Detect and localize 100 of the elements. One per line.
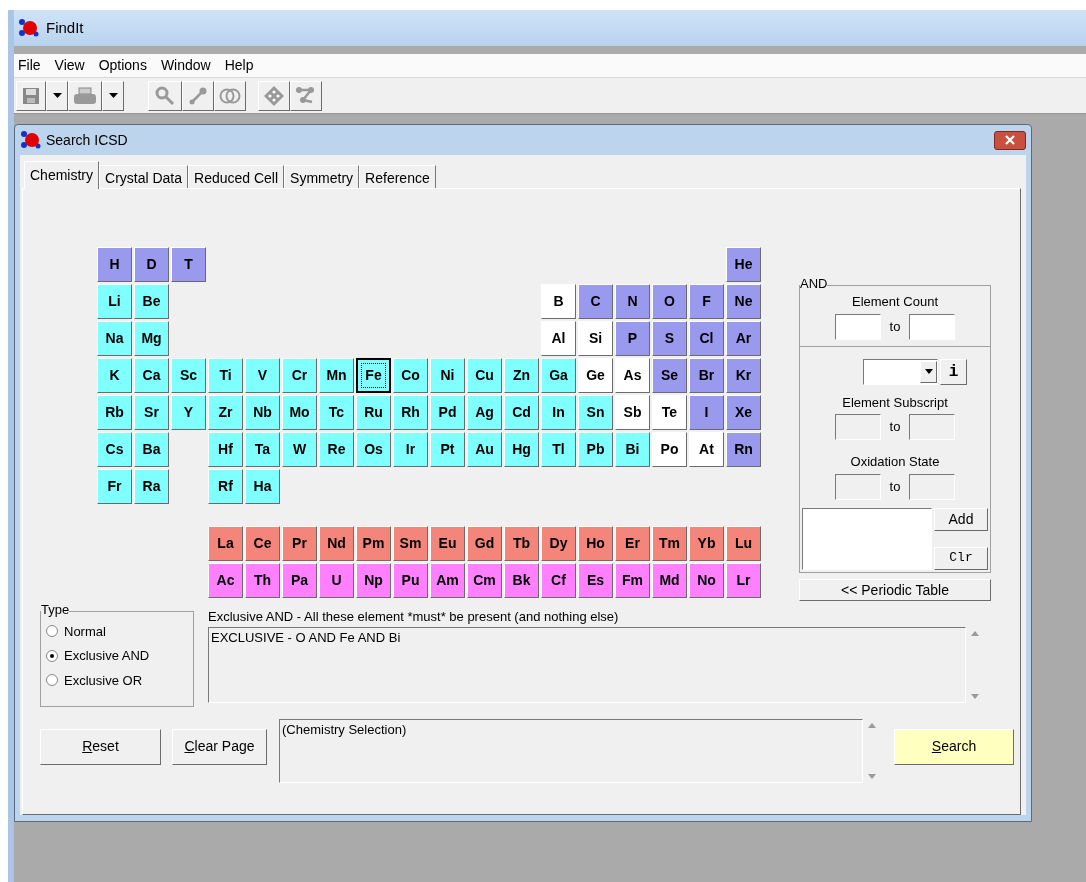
element-button[interactable]: Al <box>541 321 576 356</box>
element-button[interactable]: Ho <box>578 526 613 561</box>
element-button[interactable]: Co <box>393 358 428 393</box>
save-icon[interactable] <box>16 80 46 111</box>
query-text-area[interactable]: EXCLUSIVE - O AND Fe AND Bi <box>208 626 966 703</box>
element-button[interactable]: Pd <box>430 395 465 430</box>
element-button[interactable]: Md <box>652 563 687 598</box>
element-button[interactable]: Sc <box>171 358 206 393</box>
element-button[interactable]: Am <box>430 563 465 598</box>
element-button[interactable]: Na <box>97 321 132 356</box>
element-button[interactable]: Cl <box>689 321 724 356</box>
element-button[interactable]: Ca <box>134 358 169 393</box>
element-button[interactable]: Ne <box>726 284 761 319</box>
element-button[interactable]: Lr <box>726 563 761 598</box>
element-button[interactable]: Si <box>578 321 613 356</box>
element-button[interactable]: Ce <box>245 526 280 561</box>
element-button[interactable]: Pm <box>356 526 391 561</box>
menu-item[interactable]: File <box>18 55 41 76</box>
element-button[interactable]: F <box>689 284 724 319</box>
printer-icon[interactable] <box>68 80 102 111</box>
clear-page-button[interactable]: Clear Page <box>172 728 267 765</box>
element-button[interactable]: La <box>208 526 243 561</box>
element-button[interactable]: Ge <box>578 358 613 393</box>
element-button[interactable]: Hf <box>208 432 243 467</box>
element-button[interactable]: Ac <box>208 563 243 598</box>
scroll-down-icon[interactable] <box>971 693 979 699</box>
search-button[interactable]: Search <box>894 728 1014 765</box>
element-button[interactable]: Po <box>652 432 687 467</box>
element-button[interactable]: Cd <box>504 395 539 430</box>
element-button[interactable]: Ta <box>245 432 280 467</box>
element-button[interactable]: Rh <box>393 395 428 430</box>
element-button[interactable]: Hg <box>504 432 539 467</box>
radio-button[interactable] <box>46 674 58 687</box>
element-button[interactable]: U <box>319 563 354 598</box>
element-button[interactable]: Fe <box>356 358 391 393</box>
add-button[interactable]: Add <box>934 507 988 531</box>
element-button[interactable]: Sn <box>578 395 613 430</box>
element-button[interactable]: Ra <box>134 469 169 504</box>
element-button[interactable]: Ag <box>467 395 502 430</box>
caret-icon[interactable] <box>46 80 68 111</box>
element-button[interactable]: Zn <box>504 358 539 393</box>
element-button[interactable]: Ga <box>541 358 576 393</box>
element-button[interactable]: Pt <box>430 432 465 467</box>
element-button[interactable]: Cs <box>97 432 132 467</box>
element-button[interactable]: Yb <box>689 526 724 561</box>
pin-icon[interactable] <box>182 80 214 111</box>
element-button[interactable]: Pb <box>578 432 613 467</box>
list-box[interactable] <box>802 507 932 570</box>
periodic-table-button[interactable]: << Periodic Table <box>799 578 991 601</box>
element-button[interactable]: Np <box>356 563 391 598</box>
radio-button[interactable] <box>46 649 58 662</box>
element-button[interactable]: Tb <box>504 526 539 561</box>
element-button[interactable]: Th <box>245 563 280 598</box>
element-button[interactable]: D <box>134 247 169 282</box>
menu-item[interactable]: Options <box>98 55 147 76</box>
element-button[interactable]: Xe <box>726 395 761 430</box>
element-button[interactable]: Cf <box>541 563 576 598</box>
element-button[interactable]: Pu <box>393 563 428 598</box>
element-button[interactable]: Re <box>319 432 354 467</box>
info-button[interactable]: i <box>940 358 967 385</box>
range-field[interactable] <box>909 313 956 340</box>
menu-item[interactable]: Window <box>160 55 211 76</box>
network-icon[interactable] <box>290 80 322 111</box>
element-button[interactable]: Be <box>134 284 169 319</box>
element-button[interactable]: N <box>615 284 650 319</box>
element-button[interactable]: K <box>97 358 132 393</box>
element-button[interactable]: In <box>541 395 576 430</box>
element-button[interactable]: Te <box>652 395 687 430</box>
element-button[interactable]: Sr <box>134 395 169 430</box>
element-button[interactable]: Tc <box>319 395 354 430</box>
scroll-up-icon[interactable] <box>971 630 979 636</box>
element-button[interactable]: Ar <box>726 321 761 356</box>
element-button[interactable]: Li <box>97 284 132 319</box>
caret-icon[interactable] <box>102 80 124 111</box>
tab[interactable]: Crystal Data <box>99 165 189 189</box>
dropdown[interactable] <box>863 358 938 385</box>
rings-icon[interactable] <box>214 80 246 111</box>
element-button[interactable]: Kr <box>726 358 761 393</box>
element-button[interactable]: H <box>97 247 132 282</box>
element-button[interactable]: Es <box>578 563 613 598</box>
element-button[interactable]: Sm <box>393 526 428 561</box>
element-button[interactable]: Bk <box>504 563 539 598</box>
menu-item[interactable]: View <box>54 55 85 76</box>
element-button[interactable]: Rf <box>208 469 243 504</box>
tab[interactable]: Chemistry <box>24 161 99 189</box>
element-button[interactable]: Lu <box>726 526 761 561</box>
element-button[interactable]: Au <box>467 432 502 467</box>
menu-item[interactable]: Help <box>224 55 254 76</box>
range-field[interactable] <box>834 313 881 340</box>
element-button[interactable]: Dy <box>541 526 576 561</box>
element-button[interactable]: P <box>615 321 650 356</box>
element-button[interactable]: Br <box>689 358 724 393</box>
element-button[interactable]: C <box>578 284 613 319</box>
element-button[interactable]: Gd <box>467 526 502 561</box>
selection-text-area[interactable]: (Chemistry Selection) <box>279 718 863 783</box>
element-button[interactable]: Sb <box>615 395 650 430</box>
element-button[interactable]: Ni <box>430 358 465 393</box>
element-button[interactable]: Mg <box>134 321 169 356</box>
element-button[interactable]: Rb <box>97 395 132 430</box>
element-button[interactable]: Tl <box>541 432 576 467</box>
